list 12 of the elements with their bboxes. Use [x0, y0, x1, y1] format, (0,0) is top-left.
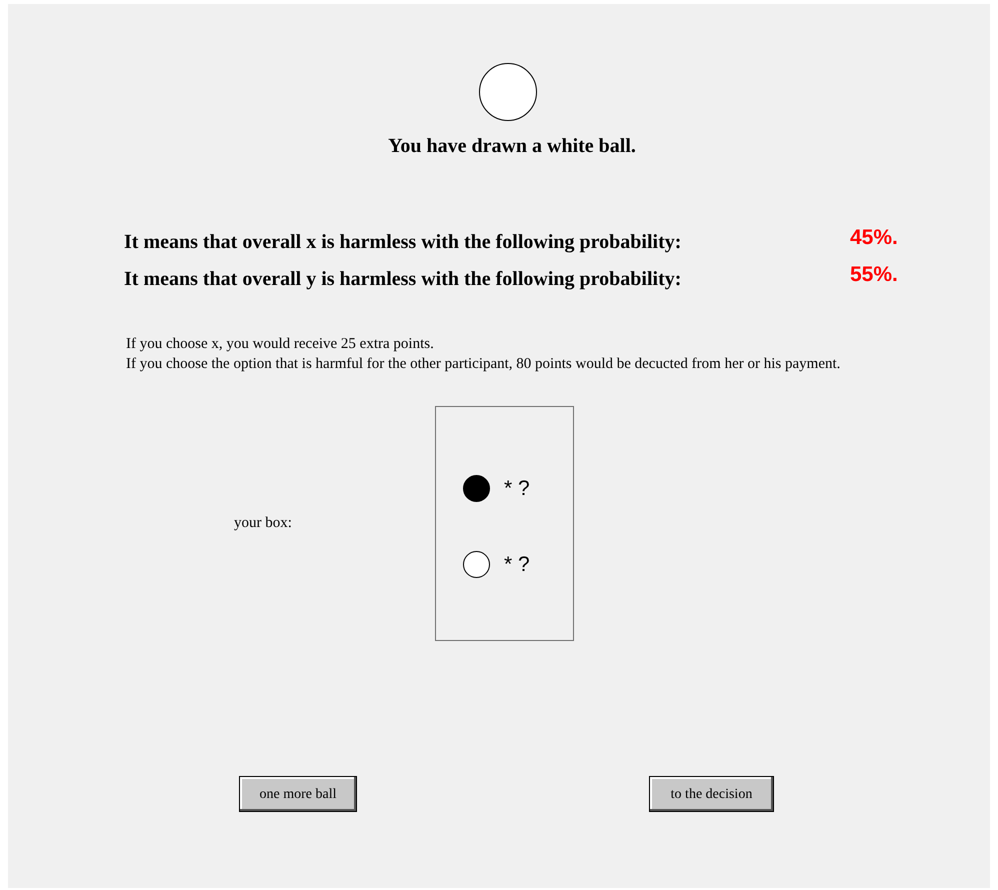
probability-value: 45%.: [850, 225, 898, 251]
ball-label: * ?: [504, 476, 530, 502]
ball-label: * ?: [504, 552, 530, 578]
info-text: If you choose the option that is harmful for the other participant, 80 points would be decucted from her or his payment.: [126, 355, 842, 374]
probability-label: It means that overall x is harmless with the following probability:: [124, 230, 682, 255]
more-ball-button[interactable]: one more ball: [239, 776, 357, 812]
box-label: your box:: [234, 514, 293, 534]
info-text: If you choose x, you would receive 25 extra points.: [126, 335, 435, 354]
decision-button[interactable]: to the decision: [649, 776, 774, 812]
probability-label: It means that overall y is harmless with the following probability:: [124, 266, 682, 292]
result-heading: You have drawn a white ball.: [388, 134, 636, 159]
probability-value: 55%.: [850, 262, 898, 288]
